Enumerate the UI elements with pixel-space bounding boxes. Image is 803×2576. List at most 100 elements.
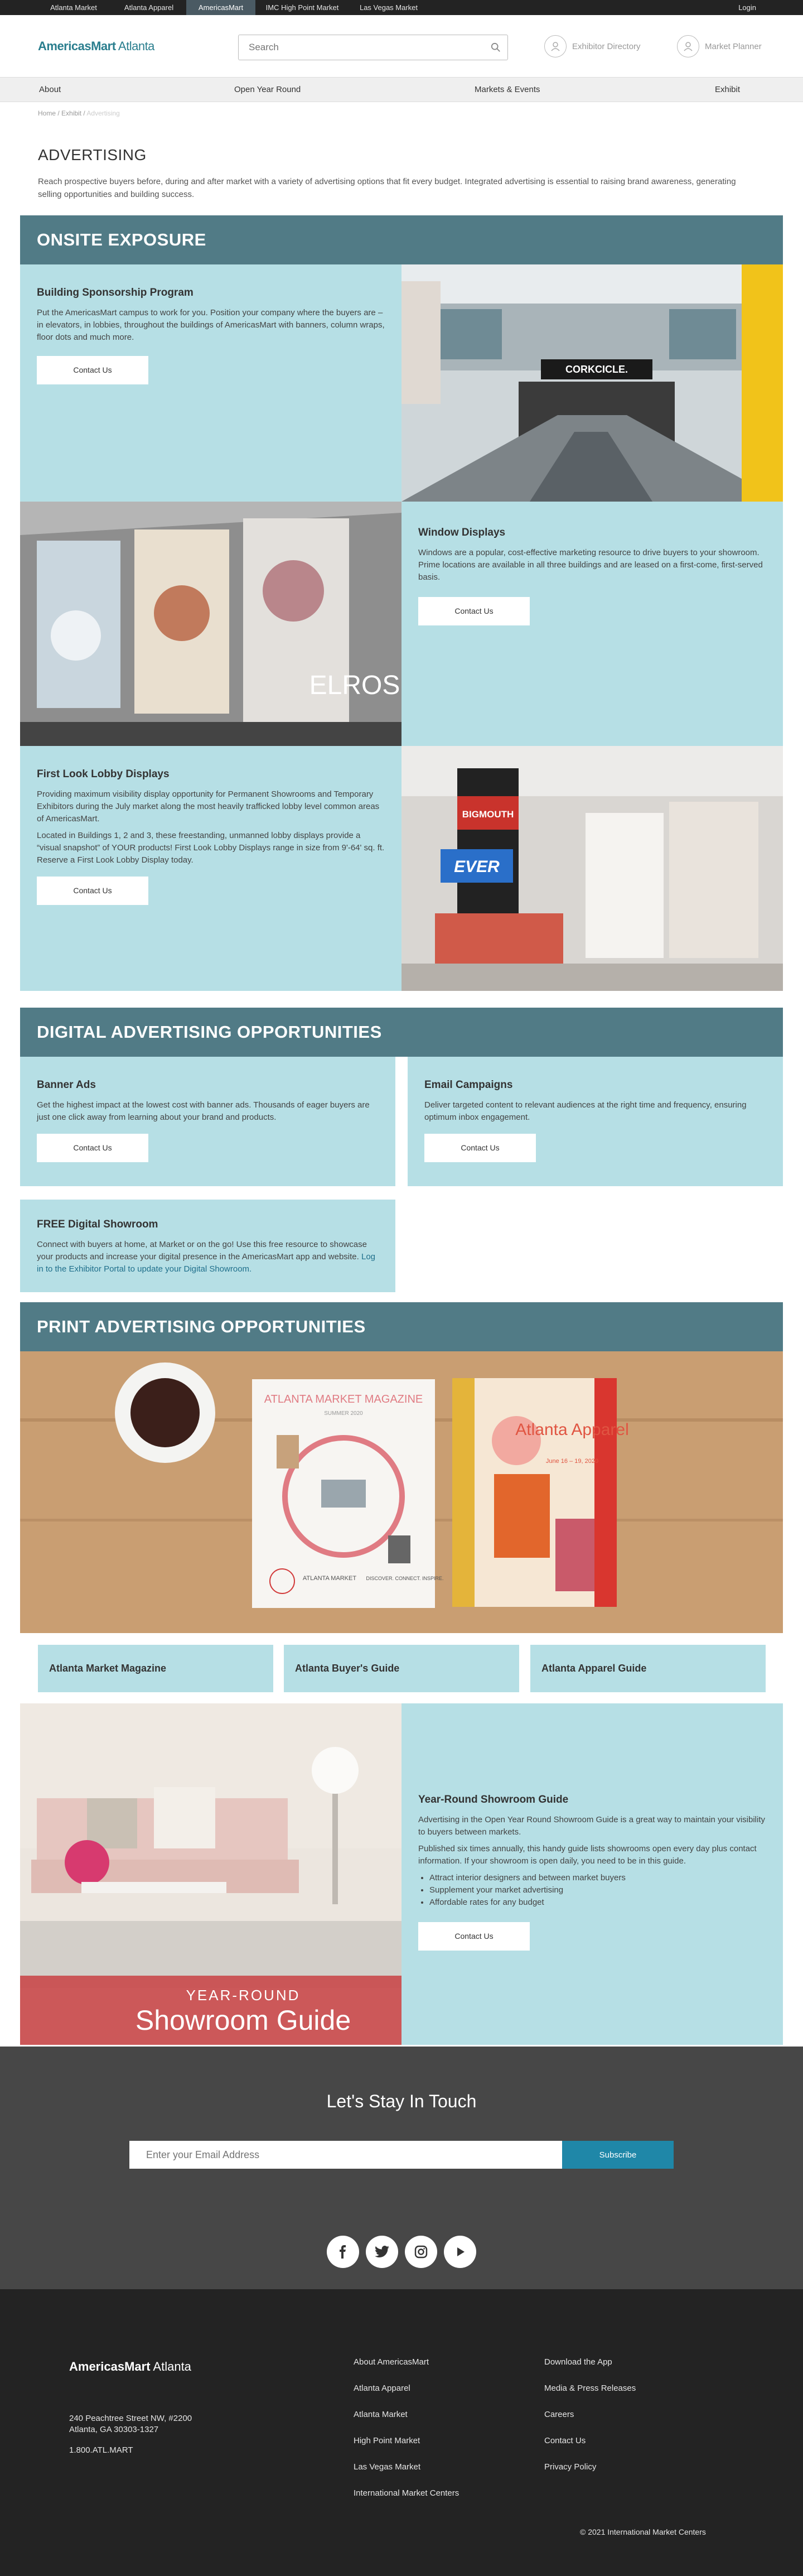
page-title: ADVERTISING: [38, 146, 147, 163]
footer-link[interactable]: Contact Us: [544, 2436, 586, 2445]
footer-link[interactable]: Media & Press Releases: [544, 2384, 636, 2393]
window-displays-text: Windows are a popular, cost-effective ma…: [418, 548, 763, 582]
year-round-panel: Year-Round Showroom Guide Advertising in…: [402, 1703, 783, 2045]
year-round-text-2: Published six times annually, this handy…: [418, 1844, 757, 1866]
guide-atlanta-buyers-guide[interactable]: Atlanta Buyer's Guide: [284, 1645, 519, 1692]
corkcicle-banner: CORKCICLE.: [565, 364, 628, 375]
lobby-displays-photo: BIGMOUTH EVER: [402, 746, 783, 991]
footer-link[interactable]: Privacy Policy: [544, 2462, 596, 2472]
footer-link[interactable]: About AmericasMart: [354, 2357, 429, 2367]
lobby-contact-button[interactable]: Contact Us: [37, 877, 148, 905]
email-input[interactable]: [129, 2141, 562, 2169]
footer-link[interactable]: Atlanta Apparel: [354, 2384, 410, 2393]
search-icon[interactable]: [491, 42, 501, 52]
login-link[interactable]: Login: [738, 0, 756, 15]
lobby-displays-panel: First Look Lobby Displays Providing maxi…: [20, 746, 402, 991]
digital-showroom-panel: FREE Digital Showroom Connect with buyer…: [20, 1200, 395, 1292]
lobby-sign-bigmouth: BIGMOUTH: [462, 809, 514, 820]
window-sign: ELROS: [309, 671, 400, 700]
footer-link[interactable]: Las Vegas Market: [354, 2462, 420, 2472]
page-intro: Reach prospective buyers before, during …: [38, 177, 736, 199]
market-planner-link[interactable]: Market Planner: [677, 35, 762, 57]
nav-exhibit[interactable]: Exhibit: [715, 78, 740, 102]
user-icon: [677, 35, 699, 57]
exhibitor-directory-link[interactable]: Exhibitor Directory: [544, 35, 641, 57]
print-magazines-photo: ATLANTA MARKET MAGAZINE SUMMER 2020 ATLA…: [20, 1351, 783, 1633]
nav-about[interactable]: About: [39, 78, 61, 102]
digital-heading: DIGITAL ADVERTISING OPPORTUNITIES: [20, 1008, 783, 1057]
breadcrumb-home[interactable]: Home: [38, 109, 56, 117]
breadcrumb-exhibit[interactable]: Exhibit: [61, 109, 81, 117]
lobby-displays-title: First Look Lobby Displays: [37, 768, 170, 780]
magazine-1-title: ATLANTA MARKET MAGAZINE: [264, 1393, 423, 1405]
youtube-icon[interactable]: [444, 2236, 476, 2268]
year-round-text-1: Advertising in the Open Year Round Showr…: [418, 1815, 765, 1837]
onsite-heading: ONSITE EXPOSURE: [20, 215, 783, 264]
window-displays-panel: Window Displays Windows are a popular, c…: [402, 502, 783, 746]
search-box: [238, 35, 508, 60]
tab-imc-high-point[interactable]: IMC High Point Market: [259, 0, 346, 15]
footer-address: 240 Peachtree Street NW, #2200 Atlanta, …: [69, 2414, 192, 2434]
tab-atlanta-market[interactable]: Atlanta Market: [40, 0, 107, 15]
breadcrumb-current: Advertising: [86, 109, 120, 117]
guide-atlanta-apparel-guide[interactable]: Atlanta Apparel Guide: [530, 1645, 766, 1692]
footer-phone[interactable]: 1.800.ATL.MART: [69, 2445, 133, 2455]
email-campaigns-text: Deliver targeted content to relevant aud…: [424, 1100, 747, 1122]
email-campaigns-panel: Email Campaigns Deliver targeted content…: [408, 1057, 783, 1186]
site-header: AmericasMart Atlanta Exhibitor Directory…: [0, 15, 803, 77]
footer-link[interactable]: High Point Market: [354, 2436, 420, 2445]
showroom-guide-photo: YEAR-ROUND Showroom Guide: [20, 1703, 402, 2045]
lobby-displays-text-2: Located in Buildings 1, 2 and 3, these f…: [37, 831, 385, 865]
building-sponsorship-panel: Building Sponsorship Program Put the Ame…: [20, 264, 402, 502]
building-sponsorship-text: Put the AmericasMart campus to work for …: [37, 308, 385, 342]
showroom-guide-line2: Showroom Guide: [136, 2005, 351, 2036]
footer-link[interactable]: Download the App: [544, 2357, 612, 2367]
bullet-item: Supplement your market advertising: [429, 1884, 766, 1896]
tab-atlanta-apparel[interactable]: Atlanta Apparel: [114, 0, 184, 15]
banner-ads-text: Get the highest impact at the lowest cos…: [37, 1100, 370, 1122]
newsletter-section: Let's Stay In Touch Subscribe: [0, 2047, 803, 2289]
footer-logo[interactable]: AmericasMart Atlanta: [69, 2360, 191, 2374]
banner-contact-button[interactable]: Contact Us: [37, 1134, 148, 1162]
tab-las-vegas-market[interactable]: Las Vegas Market: [351, 0, 426, 15]
building-sponsorship-title: Building Sponsorship Program: [37, 287, 194, 298]
instagram-icon[interactable]: [405, 2236, 437, 2268]
bullet-item: Affordable rates for any budget: [429, 1896, 766, 1909]
site-logo[interactable]: AmericasMart Atlanta: [38, 39, 154, 54]
guide-atlanta-market-magazine[interactable]: Atlanta Market Magazine: [38, 1645, 273, 1692]
email-contact-button[interactable]: Contact Us: [424, 1134, 536, 1162]
twitter-icon[interactable]: [366, 2236, 398, 2268]
digital-showroom-title: FREE Digital Showroom: [37, 1219, 158, 1230]
top-bar: Atlanta Market Atlanta Apparel AmericasM…: [0, 0, 803, 15]
bullet-item: Attract interior designers and between m…: [429, 1872, 766, 1884]
year-round-contact-button[interactable]: Contact Us: [418, 1922, 530, 1951]
footer-link[interactable]: Careers: [544, 2410, 574, 2419]
nav-open-year-round[interactable]: Open Year Round: [234, 78, 301, 102]
window-contact-button[interactable]: Contact Us: [418, 597, 530, 625]
print-heading: PRINT ADVERTISING OPPORTUNITIES: [20, 1302, 783, 1351]
search-input[interactable]: [239, 35, 473, 60]
svg-text:SUMMER 2020: SUMMER 2020: [324, 1410, 363, 1417]
newsletter-heading: Let's Stay In Touch: [326, 2091, 477, 2111]
svg-text:ATLANTA MARKET: ATLANTA MARKET: [303, 1575, 356, 1582]
lobby-displays-text-1: Providing maximum visibility display opp…: [37, 789, 380, 824]
year-round-title: Year-Round Showroom Guide: [418, 1794, 569, 1805]
lobby-sign-ever: EVER: [454, 858, 500, 876]
directory-icon: [544, 35, 567, 57]
window-displays-title: Window Displays: [418, 527, 506, 538]
site-footer: AmericasMart Atlanta 240 Peachtree Stree…: [0, 2289, 803, 2576]
facebook-icon[interactable]: [327, 2236, 359, 2268]
building-contact-button[interactable]: Contact Us: [37, 356, 148, 384]
footer-link[interactable]: International Market Centers: [354, 2488, 459, 2498]
showroom-guide-line1: YEAR-ROUND: [186, 1987, 301, 2004]
nav-markets-events[interactable]: Markets & Events: [475, 78, 540, 102]
main-nav: About Open Year Round Markets & Events E…: [0, 77, 803, 102]
subscribe-button[interactable]: Subscribe: [562, 2141, 674, 2169]
banner-ads-panel: Banner Ads Get the highest impact at the…: [20, 1057, 395, 1186]
tab-americasmart[interactable]: AmericasMart: [186, 0, 255, 15]
copyright: © 2021 International Market Centers: [580, 2527, 706, 2536]
svg-text:DISCOVER. CONNECT. INSPIRE.: DISCOVER. CONNECT. INSPIRE.: [366, 1576, 443, 1581]
footer-link[interactable]: Atlanta Market: [354, 2410, 408, 2419]
window-displays-photo: ELROS: [20, 502, 402, 746]
breadcrumb: Home / Exhibit / Advertising: [38, 109, 120, 117]
